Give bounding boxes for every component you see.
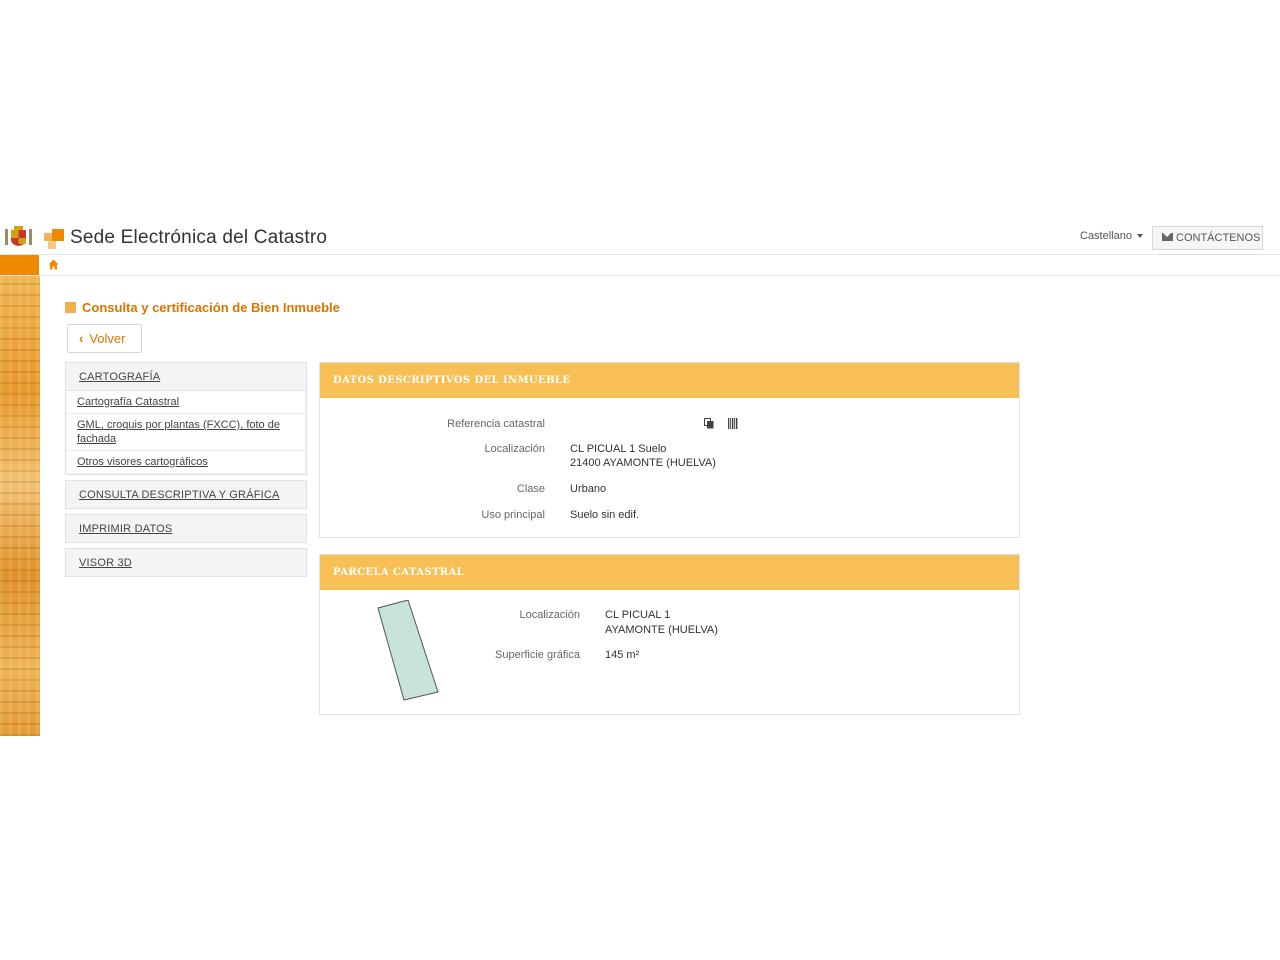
home-icon[interactable] [48,259,59,270]
sidebar-link-visor3d[interactable]: VISOR 3D [66,549,306,576]
contact-label: CONTÁCTENOS [1176,232,1261,244]
sidebar-link-consulta[interactable]: CONSULTA DESCRIPTIVA Y GRÁFICA [66,481,306,508]
datos-panel: DATOS DESCRIPTIVOS DEL INMUEBLE Referenc… [319,362,1020,538]
parcela-loc-label: Localización [519,609,580,621]
title-square-icon [65,302,76,313]
sidebar-sublist: Cartografía Catastral GML, croquis por p… [67,390,305,473]
contact-button[interactable]: CONTÁCTENOS [1152,226,1263,250]
language-selector[interactable]: Castellano [1080,230,1143,242]
side-photo-strip [0,276,40,736]
back-button[interactable]: ‹ Volver [67,324,142,353]
page-title-text: Consulta y certificación de Bien Inmuebl… [82,300,340,315]
spain-crest-icon [2,225,35,247]
ref-label: Referencia catastral [447,418,545,430]
caret-down-icon [1136,234,1143,239]
sidebar-section-imprimir: IMPRIMIR DATOS [65,514,307,543]
parcela-loc-line1: CL PICUAL 1 [605,609,671,621]
loc-line1: CL PICUAL 1 Suelo [570,443,667,455]
sidebar-item-cartografia-catastral[interactable]: Cartografía Catastral [67,391,305,414]
sidebar-link-imprimir[interactable]: IMPRIMIR DATOS [66,515,306,542]
superficie-label: Superficie gráfica [495,649,580,661]
sidebar-section-consulta: CONSULTA DESCRIPTIVA Y GRÁFICA [65,480,307,509]
site-title[interactable]: Sede Electrónica del Catastro [70,227,327,249]
barcode-icon[interactable] [728,418,738,429]
back-label: Volver [89,331,126,346]
parcela-loc-line2: AYAMONTE (HUELVA) [605,624,718,636]
sidebar-section-cartografia: CARTOGRAFÍA Cartografía Catastral GML, c… [65,362,307,475]
nav-accent-block [0,255,39,275]
parcela-panel-title: PARCELA CATASTRAL [320,555,1019,590]
clase-value: Urbano [570,483,607,495]
language-label: Castellano [1080,230,1132,242]
site-header: Sede Electrónica del Catastro Castellano… [0,224,1280,255]
app-window: Sede Electrónica del Catastro Castellano… [0,224,1280,736]
superficie-value: 145 m² [605,649,640,661]
copy-icon[interactable] [704,418,714,429]
clase-label: Clase [516,483,545,495]
sidebar: CARTOGRAFÍA Cartografía Catastral GML, c… [65,362,307,582]
sidebar-link-cartografia[interactable]: CARTOGRAFÍA [66,363,306,390]
uso-label: Uso principal [481,509,545,521]
sidebar-section-visor3d: VISOR 3D [65,548,307,577]
uso-value: Suelo sin edif. [570,509,640,521]
sidebar-item-otros-visores[interactable]: Otros visores cartográficos [67,451,305,473]
loc-label: Localización [484,443,545,455]
page-title: Consulta y certificación de Bien Inmuebl… [65,300,340,315]
envelope-icon [1162,233,1173,241]
nav-bar [0,255,1280,276]
loc-line2: 21400 AYAMONTE (HUELVA) [570,457,716,469]
sidebar-item-gml[interactable]: GML, croquis por plantas (FXCC), foto de… [67,414,305,451]
parcel-shape[interactable] [376,600,442,704]
datos-panel-title: DATOS DESCRIPTIVOS DEL INMUEBLE [320,363,1019,398]
catastro-logo [44,229,64,249]
chevron-left-icon: ‹ [79,331,84,346]
